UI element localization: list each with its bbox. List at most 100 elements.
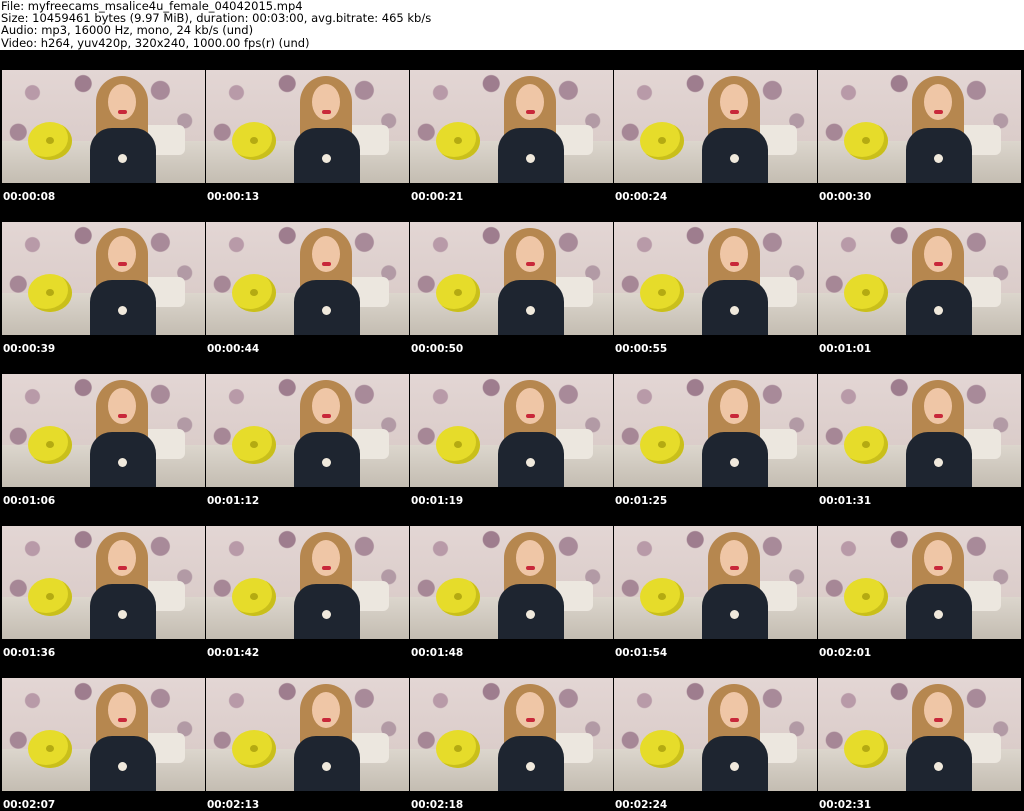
video-frame-thumbnail <box>2 526 205 639</box>
thumbnail-cell: 00:02:18 <box>408 658 614 811</box>
lips <box>934 414 943 418</box>
lips <box>118 718 127 722</box>
yellow-disc <box>640 426 684 464</box>
lips <box>934 566 943 570</box>
thumbnail-cell: 00:00:08 <box>0 50 206 203</box>
thumbnail-cell: 00:01:25 <box>612 354 818 507</box>
person-figure <box>702 684 772 791</box>
yellow-disc <box>232 730 276 768</box>
face <box>108 692 136 728</box>
thumbnail-cell: 00:00:13 <box>204 50 410 203</box>
person-figure <box>906 76 976 183</box>
timestamp-label: 00:02:31 <box>819 799 872 811</box>
face <box>108 84 136 120</box>
pendant <box>730 154 739 163</box>
lips <box>118 110 127 114</box>
lips <box>322 414 331 418</box>
thumbnail-cell: 00:00:21 <box>408 50 614 203</box>
video-frame-thumbnail <box>410 70 613 183</box>
person-figure <box>90 532 160 639</box>
thumbnail-cell: 00:01:48 <box>408 506 614 659</box>
pendant <box>526 610 535 619</box>
yellow-disc <box>436 578 480 616</box>
thumbnail-cell: 00:00:44 <box>204 202 410 355</box>
video-frame-thumbnail <box>410 678 613 791</box>
thumbnail-cell: 00:01:01 <box>816 202 1022 355</box>
video-frame-thumbnail <box>818 526 1021 639</box>
yellow-disc <box>640 122 684 160</box>
thumbnail-cell: 00:02:01 <box>816 506 1022 659</box>
lips <box>118 262 127 266</box>
lips <box>934 262 943 266</box>
pendant <box>322 458 331 467</box>
video-frame-thumbnail <box>206 526 409 639</box>
person-figure <box>294 684 364 791</box>
thumbnail-cell: 00:02:24 <box>612 658 818 811</box>
lips <box>526 414 535 418</box>
yellow-disc <box>28 730 72 768</box>
yellow-disc <box>436 122 480 160</box>
yellow-disc <box>844 274 888 312</box>
yellow-disc <box>436 730 480 768</box>
face <box>924 388 952 424</box>
video-frame-thumbnail <box>2 374 205 487</box>
lips <box>526 262 535 266</box>
face <box>516 540 544 576</box>
person-figure <box>702 532 772 639</box>
lips <box>526 110 535 114</box>
face <box>108 236 136 272</box>
face <box>720 388 748 424</box>
face <box>516 388 544 424</box>
person-figure <box>906 380 976 487</box>
yellow-disc <box>640 578 684 616</box>
thumbnail-cell: 00:00:55 <box>612 202 818 355</box>
pendant <box>526 154 535 163</box>
lips <box>118 414 127 418</box>
yellow-disc <box>844 122 888 160</box>
thumbnail-cell: 00:01:31 <box>816 354 1022 507</box>
person-figure <box>906 532 976 639</box>
person-figure <box>90 228 160 335</box>
video-frame-thumbnail <box>2 678 205 791</box>
face <box>516 692 544 728</box>
face <box>720 84 748 120</box>
person-figure <box>294 76 364 183</box>
pendant <box>934 458 943 467</box>
pendant <box>322 610 331 619</box>
pendant <box>322 306 331 315</box>
face <box>516 236 544 272</box>
video-frame-thumbnail <box>614 526 817 639</box>
yellow-disc <box>844 730 888 768</box>
thumbnail-cell: 00:02:07 <box>0 658 206 811</box>
face <box>924 84 952 120</box>
pendant <box>526 306 535 315</box>
yellow-disc <box>844 426 888 464</box>
video-frame-thumbnail <box>614 678 817 791</box>
lips <box>934 718 943 722</box>
video-frame-thumbnail <box>410 374 613 487</box>
lips <box>526 718 535 722</box>
video-frame-thumbnail <box>2 70 205 183</box>
face <box>312 540 340 576</box>
face <box>924 540 952 576</box>
lips <box>322 718 331 722</box>
yellow-disc <box>640 730 684 768</box>
person-figure <box>90 684 160 791</box>
thumbnail-cell: 00:01:42 <box>204 506 410 659</box>
lips <box>322 566 331 570</box>
yellow-disc <box>436 426 480 464</box>
person-figure <box>702 228 772 335</box>
video-frame-thumbnail <box>614 70 817 183</box>
pendant <box>730 610 739 619</box>
yellow-disc <box>844 578 888 616</box>
yellow-disc <box>28 122 72 160</box>
face <box>108 540 136 576</box>
lips <box>730 414 739 418</box>
face <box>312 692 340 728</box>
yellow-disc <box>232 122 276 160</box>
yellow-disc <box>28 578 72 616</box>
pendant <box>934 762 943 771</box>
pendant <box>730 306 739 315</box>
thumbnail-cell: 00:00:50 <box>408 202 614 355</box>
timestamp-label: 00:02:18 <box>411 799 464 811</box>
